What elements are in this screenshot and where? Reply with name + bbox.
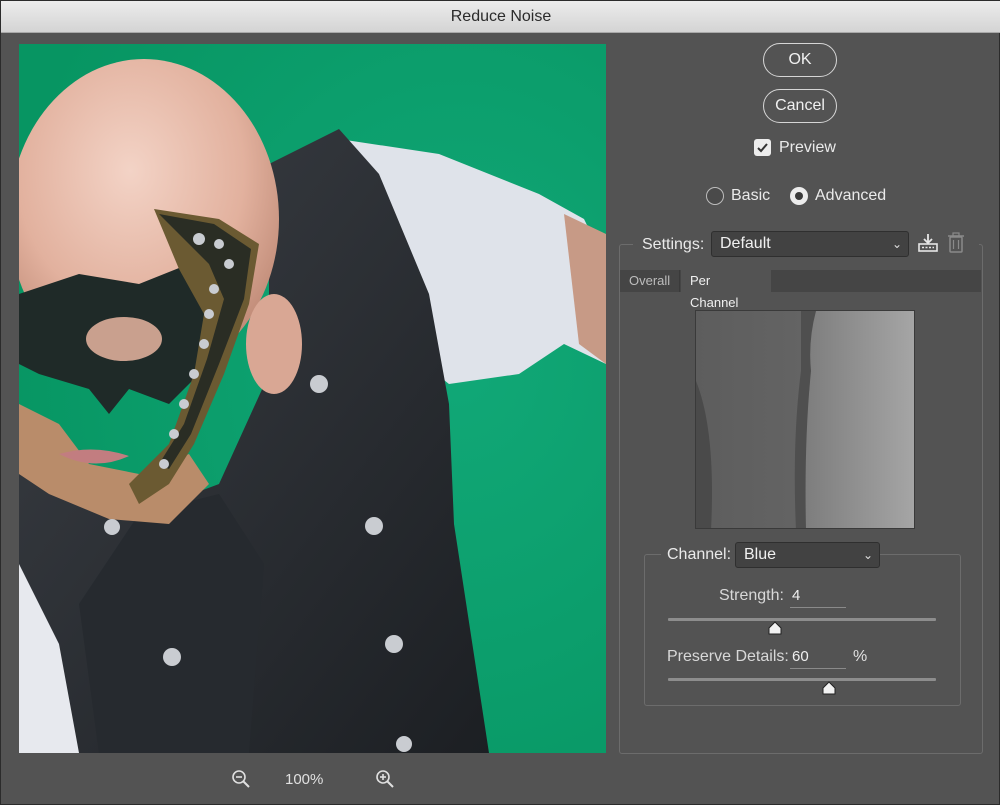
chevron-down-icon: ⌄ <box>862 548 873 562</box>
tab-overall[interactable]: Overall <box>620 270 680 292</box>
advanced-label: Advanced <box>815 187 887 204</box>
settings-label: Settings: <box>642 236 705 253</box>
channel-thumbnail-image <box>696 311 914 528</box>
advanced-radio[interactable] <box>790 187 808 205</box>
image-preview[interactable] <box>19 44 606 753</box>
save-settings-icon[interactable] <box>917 232 939 254</box>
basic-radio[interactable] <box>706 187 724 205</box>
checkmark-icon <box>757 143 768 153</box>
preview-checkbox[interactable] <box>754 139 771 156</box>
dialog-title: Reduce Noise <box>450 8 552 25</box>
chevron-down-icon: ⌄ <box>891 237 902 251</box>
strength-input[interactable]: 4 <box>790 586 846 608</box>
basic-label: Basic <box>731 187 771 204</box>
channel-value: Blue <box>744 546 777 563</box>
zoom-bar: 100% <box>19 761 606 797</box>
strength-slider-thumb[interactable] <box>768 621 782 635</box>
percent-unit: % <box>853 648 868 665</box>
strength-slider-track[interactable] <box>668 618 936 621</box>
preview-label: Preview <box>779 139 836 156</box>
preserve-details-slider-thumb[interactable] <box>822 681 836 695</box>
ok-button[interactable]: OK <box>763 43 837 77</box>
settings-value: Default <box>720 235 771 252</box>
preserve-details-label: Preserve Details: <box>667 648 789 665</box>
title-bar: Reduce Noise <box>1 1 1000 33</box>
tab-bar: Overall Per Channel <box>620 270 981 310</box>
zoom-out-icon[interactable] <box>231 769 251 789</box>
preview-photo <box>19 44 606 753</box>
zoom-in-icon[interactable] <box>375 769 395 789</box>
cancel-button[interactable]: Cancel <box>763 89 837 123</box>
reduce-noise-dialog: Reduce Noise 100% OK Cancel Preview Basi… <box>0 0 1000 805</box>
channel-group <box>644 554 961 706</box>
channel-preview-thumbnail[interactable] <box>695 310 915 529</box>
preserve-details-input[interactable]: 60 <box>790 647 846 669</box>
strength-label: Strength: <box>719 587 784 604</box>
channel-dropdown[interactable]: Blue ⌄ <box>735 542 880 568</box>
settings-dropdown[interactable]: Default ⌄ <box>711 231 909 257</box>
trash-icon[interactable] <box>947 232 965 254</box>
preserve-details-slider-track[interactable] <box>668 678 936 681</box>
channel-label: Channel: <box>667 546 732 563</box>
zoom-level: 100% <box>285 771 324 788</box>
tab-per-channel[interactable]: Per Channel <box>681 270 771 310</box>
